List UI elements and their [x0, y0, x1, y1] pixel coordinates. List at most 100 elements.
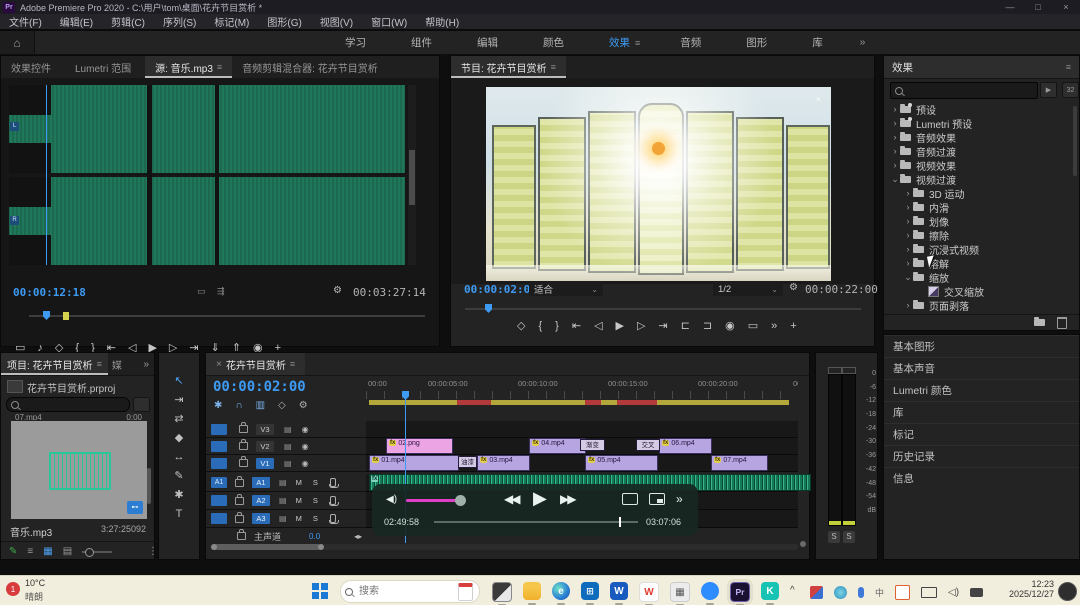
effects-tree-item[interactable]: 交叉缩放: [884, 284, 1079, 298]
effects-tree-item[interactable]: ⌄ 视频过渡: [884, 172, 1079, 186]
work-area-bar[interactable]: [366, 400, 798, 405]
effects-tree-item[interactable]: › 溶解: [884, 256, 1079, 270]
panel-menu-icon[interactable]: ≡: [217, 62, 222, 72]
effects-tree-item[interactable]: › 3D 运动: [884, 186, 1079, 200]
word-button[interactable]: W: [610, 582, 628, 600]
hand-tool[interactable]: ✱: [159, 485, 199, 504]
extract-icon[interactable]: ⊐: [703, 319, 712, 332]
voice-over-record-icon[interactable]: [330, 514, 336, 523]
volume-slider-handle[interactable]: [455, 495, 466, 506]
source-scrub-track[interactable]: [29, 315, 425, 317]
source-scrollbar[interactable]: [408, 85, 416, 265]
taskbar-search[interactable]: [340, 580, 480, 603]
menu-item[interactable]: 剪辑(C): [102, 14, 154, 29]
collapsed-panel-tab[interactable]: 基本图形: [884, 335, 1079, 357]
audio-item-name[interactable]: 音乐.mp3: [10, 524, 52, 539]
waveform-left-channel[interactable]: [9, 85, 405, 173]
effects-tree-item[interactable]: › 页面剥落: [884, 298, 1079, 312]
timeline-ruler[interactable]: 00:0000:00:05:0000:00:10:0000:00:15:0000…: [366, 377, 798, 391]
master-meter-icon[interactable]: ◂▸: [354, 532, 362, 541]
close-button[interactable]: ×: [1052, 2, 1080, 12]
program-scrub-track[interactable]: [465, 308, 861, 310]
transition-clip[interactable]: 油漆: [458, 456, 477, 468]
k-app-button[interactable]: K: [761, 582, 779, 600]
timeline-horizontal-scrollbar[interactable]: [210, 544, 798, 550]
mute-button[interactable]: M: [296, 478, 302, 487]
video-clip[interactable]: fx04.mp4: [529, 438, 586, 454]
project-writable-icon[interactable]: ✎: [9, 546, 17, 557]
sync-icon[interactable]: ▤: [279, 496, 287, 505]
play-button[interactable]: ▶: [533, 488, 547, 509]
effects-tree-item[interactable]: ⌄ 缩放: [884, 270, 1079, 284]
solo-left-button[interactable]: S: [828, 531, 840, 543]
zoom-slider-handle[interactable]: [85, 548, 94, 557]
track-v2-content[interactable]: fx02.pngfx04.mp4fx06.mp4 渐变交叉: [366, 438, 798, 455]
sequence-tab[interactable]: × 花卉节目赏析 ≡: [206, 353, 305, 375]
video-clip[interactable]: fx03.mp4: [477, 455, 530, 471]
track-label[interactable]: V3: [256, 424, 274, 435]
collapsed-panel-tab[interactable]: Lumetri 颜色: [884, 379, 1079, 401]
track-header-a2[interactable]: A2 ▤ M S: [206, 492, 366, 510]
disclosure-icon[interactable]: ›: [890, 118, 900, 128]
player-more-icon[interactable]: »: [676, 492, 683, 506]
vertical-scroll-dot[interactable]: [800, 541, 806, 547]
sort-icons-icon[interactable]: ▤: [63, 546, 72, 557]
selection-tool[interactable]: ↖: [159, 371, 199, 390]
settings-wrench-icon[interactable]: ⚙: [333, 286, 342, 296]
browser-tray-icon[interactable]: [834, 586, 847, 599]
settings-wrench-icon[interactable]: ⚙: [789, 283, 798, 293]
button-editor-icon[interactable]: +: [790, 320, 796, 332]
fast-forward-button[interactable]: ▶▶: [560, 492, 574, 506]
collapsed-panel-tab[interactable]: 信息: [884, 467, 1079, 489]
track-v3-content[interactable]: [366, 421, 798, 438]
weather-temp[interactable]: 10°C: [25, 578, 45, 588]
panel-tab[interactable]: 源: 音乐.mp3≡: [145, 56, 232, 78]
menu-item[interactable]: 标记(M): [205, 14, 258, 29]
collapsed-panel-tab[interactable]: 库: [884, 401, 1079, 423]
remote-tray-icon[interactable]: [895, 585, 910, 600]
track-label[interactable]: A3: [252, 513, 270, 524]
track-header-a3[interactable]: A3 ▤ M S: [206, 510, 366, 528]
disclosure-icon[interactable]: ›: [890, 146, 900, 156]
track-header-v1[interactable]: V1 ▤ ◉: [206, 455, 366, 472]
mic-tray-icon[interactable]: [858, 587, 864, 598]
track-v1-content[interactable]: fx01.mp4fx03.mp4fx05.mp4fx07.mp4 油漆: [366, 455, 798, 472]
workspace-tab[interactable]: 学习: [325, 31, 391, 54]
step-forward-icon[interactable]: ▷: [637, 319, 645, 332]
panel-tab[interactable]: Lumetri 范围: [65, 56, 145, 78]
video-clip[interactable]: fx06.mp4: [659, 438, 712, 454]
lock-icon[interactable]: [235, 479, 244, 487]
voice-over-record-icon[interactable]: [330, 478, 336, 487]
master-level-value[interactable]: 0.0: [309, 532, 320, 541]
video-clip[interactable]: fx02.png: [386, 438, 453, 454]
panel-tab[interactable]: 音频剪辑混合器: 花卉节目赏析: [232, 56, 392, 78]
lock-icon[interactable]: [239, 425, 248, 433]
lock-icon[interactable]: [239, 442, 248, 450]
workspace-tab[interactable]: 效果≡: [589, 31, 660, 54]
panel-tab[interactable]: 节目: 花卉节目赏析≡: [451, 56, 566, 78]
source-patch[interactable]: A1: [211, 477, 227, 488]
task-view-button[interactable]: [492, 582, 512, 602]
disclosure-icon[interactable]: ›: [903, 202, 913, 212]
add-marker-icon[interactable]: ◇: [517, 319, 525, 332]
media-browser-tab[interactable]: 媒: [108, 353, 126, 375]
project-search-input[interactable]: [6, 397, 130, 412]
effects-tree-item[interactable]: › 音频过渡: [884, 144, 1079, 158]
edge-button[interactable]: e: [552, 582, 570, 600]
track-header-a1[interactable]: A1 A1 ▤ M S: [206, 474, 366, 492]
workspace-tab[interactable]: 编辑: [457, 31, 523, 54]
panel-menu-icon[interactable]: ≡: [97, 359, 102, 369]
source-current-timecode[interactable]: 00:00:12:18: [13, 286, 86, 299]
disclosure-icon[interactable]: ⌄: [903, 272, 913, 283]
track-label[interactable]: A1: [252, 477, 270, 488]
effects-tree-item[interactable]: › 预设: [884, 102, 1079, 116]
disclosure-icon[interactable]: ›: [903, 300, 913, 310]
comparison-view-icon[interactable]: ▭: [748, 319, 758, 332]
pen-tool[interactable]: ✎: [159, 466, 199, 485]
accelerated-effects-icon[interactable]: ▶: [1040, 82, 1057, 98]
snap-icon[interactable]: ∩: [235, 400, 242, 411]
video-clip[interactable]: fx05.mp4: [585, 455, 658, 471]
slip-tool[interactable]: ↔: [159, 447, 199, 466]
menu-item[interactable]: 文件(F): [0, 14, 51, 29]
tray-app-icon[interactable]: [810, 586, 823, 599]
